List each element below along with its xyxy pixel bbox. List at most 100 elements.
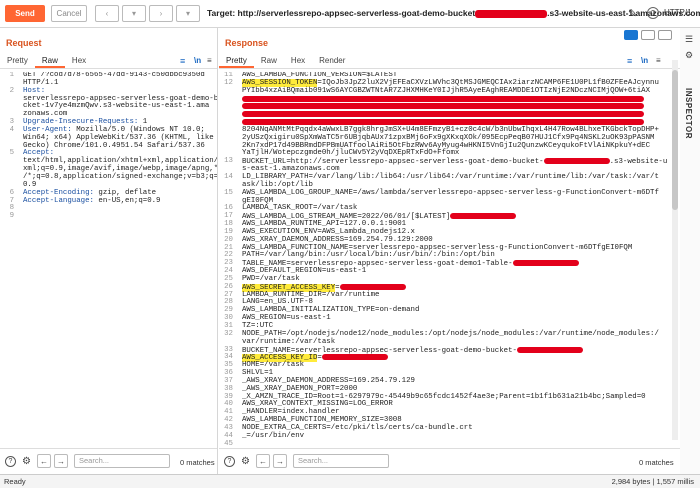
line-value: _AWS_XRAY_DAEMON_ADDRESS=169.254.79.129 <box>242 376 415 385</box>
newline-toggle-icon[interactable]: \n <box>641 56 648 65</box>
back-icon: ‹ <box>105 9 109 18</box>
response-title: Response <box>225 38 269 48</box>
next-match-button[interactable]: → <box>54 454 68 468</box>
cancel-button[interactable]: Cancel <box>51 5 87 22</box>
line-value: AWS_LAMBDA_FUNCTION_MEMORY_SIZE=3008 <box>242 416 402 425</box>
line-value: 1 <box>138 118 148 127</box>
line-value: ask/lib:/opt/lib <box>242 180 313 189</box>
line-number: 45 <box>224 439 233 448</box>
line-value: HTTP/1.1 <box>23 78 59 87</box>
line-value: _=/usr/bin/env <box>242 431 305 440</box>
response-viewer[interactable]: 11 AWS_LAMBDA_FUNCTION_VERSION=$LATEST 12 A… <box>219 72 680 448</box>
line-value: 2Kn7xdP17d49BBRmdDFPBmUATfoolAiRi5OtFbzR… <box>242 141 651 150</box>
tab-raw[interactable]: Raw <box>254 54 284 68</box>
line-value: AWS_EXECUTION_ENV=AWS_Lambda_nodejs12.x <box>242 227 415 236</box>
target-url[interactable]: Target: http://serverlessrepo-appsec-ser… <box>207 8 700 18</box>
header-key: Accept-Language: <box>23 196 94 205</box>
line-value: AWS_REGION=us-east-1 <box>242 314 331 323</box>
tab-render[interactable]: Render <box>312 54 352 68</box>
menu-icon[interactable]: ≡ <box>207 56 212 65</box>
line-value: gEI0FQM <box>242 196 274 205</box>
header-key: Accept: <box>23 149 55 158</box>
redacted-block <box>516 346 583 353</box>
back-button[interactable]: ‹ <box>95 5 119 22</box>
line-number: 14 <box>224 172 233 181</box>
line-text: var/runtime:/var/task <box>242 337 336 347</box>
next-match-button[interactable]: → <box>273 454 287 468</box>
forward-button[interactable]: › <box>149 5 173 22</box>
caret-down-icon: ▾ <box>131 9 136 18</box>
settings-icon[interactable]: ⚙ <box>685 50 693 61</box>
line-number: 9 <box>9 212 14 221</box>
edit-pencil-icon[interactable]: ✎ <box>628 7 637 20</box>
header-key: User-Agent: <box>23 125 72 134</box>
line-value: HOME=/var/task <box>242 361 305 370</box>
code-line: 33 BUCKET_NAME=serverlessrepo-appsec-serv… <box>219 346 680 354</box>
history-back-button[interactable]: ▾ <box>122 5 146 22</box>
code-line: PYIbb4xzAiBQmaib091wS6AYCGBZWTNtAR7ZJHXM… <box>219 87 680 96</box>
header-key: Accept-Encoding: <box>23 188 94 197</box>
prev-match-button[interactable]: ← <box>256 454 270 468</box>
line-value: LD_LIBRARY_PATH=/var/lang/lib:/lib64:/us… <box>242 172 659 181</box>
settings-gear-icon[interactable]: ⚙ <box>21 456 32 467</box>
line-value: LAMBDA_TASK_ROOT=/var/task <box>242 204 358 213</box>
line-value: gzip, deflate <box>93 188 157 197</box>
newline-toggle-icon[interactable]: \n <box>194 56 201 65</box>
history-forward-button[interactable]: ▾ <box>176 5 200 22</box>
tab-hex[interactable]: Hex <box>284 54 312 68</box>
settings-gear-icon[interactable]: ⚙ <box>240 456 251 467</box>
layout-tabs-icon[interactable] <box>658 30 672 40</box>
help-icon[interactable]: ? <box>224 456 235 467</box>
request-search-input[interactable]: Search... <box>74 454 170 468</box>
code-line: 25 PWD=/var/task <box>219 274 680 284</box>
layout-vertical-icon[interactable] <box>641 30 655 40</box>
help-icon[interactable]: ? <box>647 7 659 19</box>
highlighted-key: AWS_SESSION_TOKEN <box>242 78 318 87</box>
line-text: YaTjlH/Wotepczgmde0h/jluCWv5Y2yVqDXEpRTx… <box>242 150 459 158</box>
pretty-print-icon[interactable]: ≡ <box>627 56 632 66</box>
line-number: 4 <box>9 125 14 134</box>
tab-pretty[interactable]: Pretty <box>0 54 35 68</box>
response-search-bar: ? ⚙ ← → Search... 0 matches <box>219 448 680 474</box>
response-search-input[interactable]: Search... <box>293 454 389 468</box>
pretty-print-icon[interactable]: ≡ <box>180 56 185 66</box>
prev-match-button[interactable]: ← <box>37 454 51 468</box>
line-value: cket-1v7ye4mzmQwv.s3-website-us-east-1.a… <box>23 102 210 111</box>
code-line: YaTjlH/Wotepczgmde0h/jluCWv5Y2yVqDXEpRTx… <box>219 150 680 158</box>
code-line: 16 LAMBDA_TASK_ROOT=/var/task <box>219 204 680 213</box>
help-icon[interactable]: ? <box>5 456 16 467</box>
forward-icon: › <box>159 9 163 18</box>
line-value: text/html,application/xhtml+xml,applicat… <box>23 157 217 166</box>
http-version-label[interactable]: HTTP/1 <box>664 8 692 17</box>
line-text: LAMBDA_TASK_ROOT=/var/task <box>242 204 358 213</box>
code-line: 8 <box>0 204 217 213</box>
status-bar: Ready 2,984 bytes | 1,557 millis <box>0 474 700 488</box>
line-value: AWS_DEFAULT_REGION=us-east-1 <box>242 267 367 276</box>
menu-icon[interactable]: ≡ <box>656 56 661 65</box>
request-editor[interactable]: 1 GET /?cod7d78-6565-47dd-9143-c50dbbc935… <box>0 72 217 448</box>
line-value: AWS_LAMBDA_LOG_GROUP_NAME=/aws/lambda/se… <box>242 188 659 197</box>
line-value: /*;q=0.8,application/signed-exchange;v=b… <box>23 172 217 181</box>
scroll-thumb[interactable] <box>672 70 678 210</box>
code-line: 9 <box>0 212 217 221</box>
send-button[interactable]: Send <box>5 5 45 22</box>
sidebar-toggle-icon[interactable]: ☰ <box>685 34 693 45</box>
tab-pretty[interactable]: Pretty <box>219 54 254 68</box>
code-line <box>219 95 680 104</box>
line-value: TZ=:UTC <box>242 322 274 330</box>
code-line: 30 AWS_REGION=us-east-1 <box>219 314 680 323</box>
line-value: s-east-1.amazonaws.com <box>242 165 340 174</box>
inspector-sidebar[interactable]: ☰ ⚙ INSPECTOR <box>680 28 700 474</box>
redacted-block <box>242 119 644 126</box>
line-number: 5 <box>9 149 14 158</box>
line-value: LANG=en_US.UTF-8 <box>242 298 313 307</box>
top-toolbar: Send Cancel ‹ ▾ › ▾ Target: http://serve… <box>0 0 700 28</box>
tab-raw[interactable]: Raw <box>34 54 65 68</box>
response-scrollbar[interactable] <box>672 60 678 440</box>
line-text: AWS_LAMBDA_LOG_GROUP_NAME=/aws/lambda/se… <box>242 188 659 198</box>
tab-hex[interactable]: Hex <box>65 54 93 68</box>
line-value: var/runtime:/var/task <box>242 337 336 346</box>
line-value: PWD=/var/task <box>242 274 300 283</box>
layout-split-icon[interactable] <box>624 30 638 40</box>
inspector-label[interactable]: INSPECTOR <box>684 88 693 139</box>
